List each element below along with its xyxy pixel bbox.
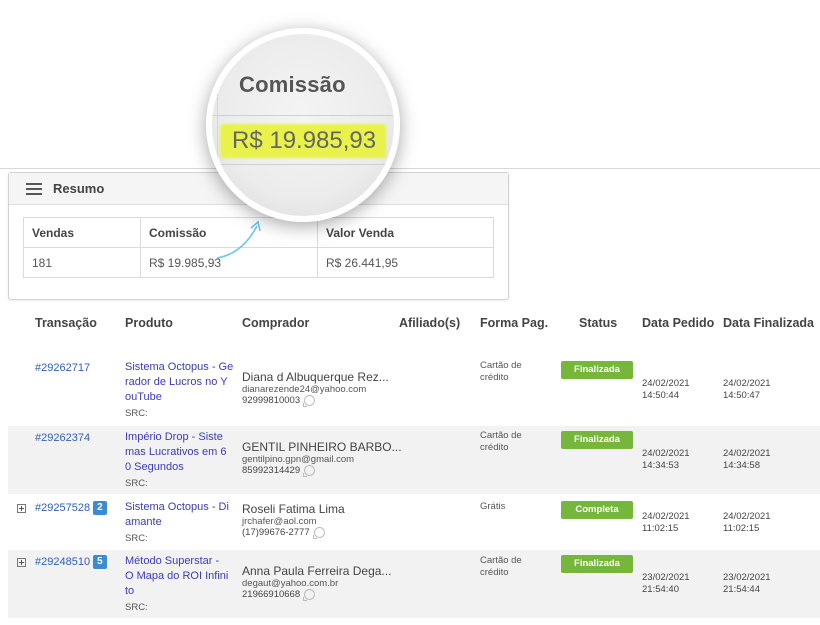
- order-date: 23/02/2021 21:54:40: [642, 572, 690, 595]
- col-data-finalizada[interactable]: Data Finalizada: [723, 316, 814, 330]
- buyer-name: Roseli Fatima Lima: [242, 502, 345, 516]
- table-row: #29248510 5 Método Superstar - O Mapa do …: [8, 550, 820, 618]
- whatsapp-icon[interactable]: [303, 395, 316, 407]
- product-link[interactable]: Método Superstar - O Mapa do ROI Infini …: [125, 554, 235, 599]
- valor-venda-header: Valor Venda: [317, 217, 494, 248]
- buyer-name: Anna Paula Ferreira Dega...: [242, 564, 392, 578]
- src-label: SRC:: [125, 478, 148, 489]
- vendas-header: Vendas: [23, 217, 141, 248]
- magnifier-label: Comissão: [239, 72, 346, 97]
- col-status[interactable]: Status: [579, 316, 617, 330]
- order-date: 24/02/2021 14:50:44: [642, 378, 690, 401]
- buyer-name: Diana d Albuquerque Rez...: [242, 370, 389, 384]
- count-badge: 5: [93, 555, 107, 569]
- transaction-id-link[interactable]: #29262374: [35, 432, 90, 444]
- transaction-id-link[interactable]: #29262717: [35, 362, 90, 374]
- col-forma-pag[interactable]: Forma Pag.: [480, 316, 548, 330]
- product-link[interactable]: Sistema Octopus - Ge rador de Lucros no …: [125, 360, 235, 405]
- resumo-title: Resumo: [53, 181, 105, 196]
- magnifier-zoom: Comissão R$ 19.985,93: [206, 28, 400, 222]
- buyer-phone: 92999810003: [242, 395, 389, 407]
- payment-method: Cartão de crédito: [480, 360, 522, 383]
- buyer-name: GENTIL PINHEIRO BARBO...: [242, 440, 402, 454]
- buyer-phone: 85992314429: [242, 465, 402, 477]
- expand-icon[interactable]: [17, 504, 26, 513]
- table-row: #29262717 Sistema Octopus - Ge rador de …: [8, 356, 820, 424]
- transactions-header: Transação Produto Comprador Afiliado(s) …: [0, 310, 820, 336]
- whatsapp-icon[interactable]: [312, 527, 325, 539]
- finalized-date: 24/02/2021 14:34:58: [723, 448, 771, 471]
- finalized-date: 23/02/2021 21:54:44: [723, 572, 771, 595]
- col-comprador[interactable]: Comprador: [242, 316, 309, 330]
- buyer-info: Anna Paula Ferreira Dega... degaut@yahoo…: [242, 564, 392, 601]
- finalized-date: 24/02/2021 11:02:15: [723, 511, 771, 534]
- transaction-id-link[interactable]: #29248510 5: [35, 555, 107, 569]
- whatsapp-icon[interactable]: [303, 465, 316, 477]
- col-transacao[interactable]: Transação: [35, 316, 97, 330]
- status-badge: Finalizada: [561, 361, 633, 379]
- src-label: SRC:: [125, 408, 148, 419]
- transaction-id-link[interactable]: #29257528 2: [35, 501, 107, 515]
- payment-method: Grátis: [480, 501, 506, 512]
- buyer-email: jrchafer@aol.com: [242, 516, 317, 527]
- vendas-value: 181: [23, 247, 141, 278]
- col-data-pedido[interactable]: Data Pedido: [642, 316, 714, 330]
- col-afiliados[interactable]: Afiliado(s): [399, 316, 460, 330]
- buyer-info: Roseli Fatima Lima jrchafer@aol.com (17)…: [242, 502, 345, 539]
- expand-icon[interactable]: [17, 558, 26, 567]
- payment-method: Cartão de crédito: [480, 430, 522, 453]
- status-badge: Finalizada: [561, 555, 633, 573]
- buyer-phone: (17)99676-2777: [242, 527, 345, 539]
- buyer-email: dianarezende24@yahoo.com: [242, 384, 367, 395]
- top-divider: [0, 168, 820, 169]
- product-link[interactable]: Sistema Octopus - Di amante: [125, 500, 235, 530]
- buyer-phone: 21966910668: [242, 589, 391, 601]
- payment-method: Cartão de crédito: [480, 555, 522, 578]
- order-date: 24/02/2021 14:34:53: [642, 448, 690, 471]
- order-date: 24/02/2021 11:02:15: [642, 511, 690, 534]
- callout-arrow: [216, 220, 261, 259]
- valor-venda-value: R$ 26.441,95: [317, 247, 494, 278]
- list-icon: [26, 182, 42, 195]
- buyer-info: GENTIL PINHEIRO BARBO... gentilpino.gpn@…: [242, 440, 402, 477]
- src-label: SRC:: [125, 602, 148, 613]
- whatsapp-icon[interactable]: [303, 589, 316, 601]
- buyer-email: degaut@yahoo.com.br: [242, 578, 339, 589]
- count-badge: 2: [93, 501, 107, 515]
- product-link[interactable]: Império Drop - Siste mas Lucrativos em 6…: [125, 430, 235, 475]
- buyer-info: Diana d Albuquerque Rez... dianarezende2…: [242, 370, 389, 407]
- table-row: #29262374 Império Drop - Siste mas Lucra…: [8, 426, 820, 494]
- finalized-date: 24/02/2021 14:50:47: [723, 378, 771, 401]
- table-row: #29257528 2 Sistema Octopus - Di amante S…: [8, 496, 820, 548]
- magnifier-value: R$ 19.985,93: [232, 127, 377, 154]
- src-label: SRC:: [125, 533, 148, 544]
- buyer-email: gentilpino.gpn@gmail.com: [242, 454, 355, 465]
- status-badge: Completa: [561, 501, 633, 519]
- col-produto[interactable]: Produto: [125, 316, 173, 330]
- status-badge: Finalizada: [561, 431, 633, 449]
